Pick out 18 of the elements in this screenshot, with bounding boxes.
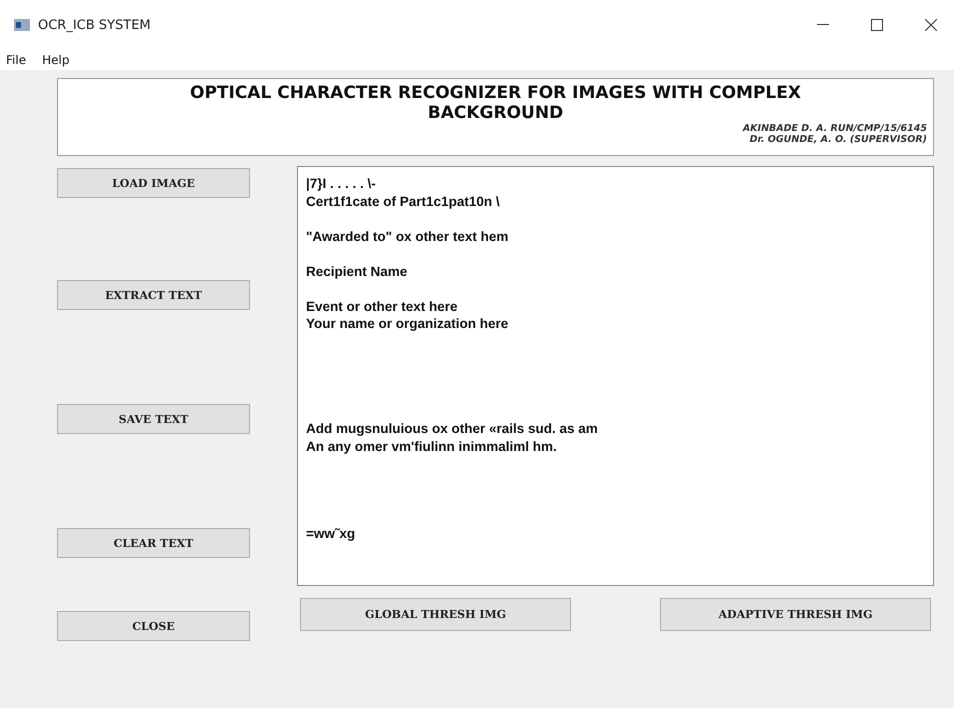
menu-item[interactable]: File	[6, 53, 26, 67]
action-button[interactable]: EXTRACT TEXT	[57, 280, 250, 310]
action-button[interactable]: CLOSE	[57, 611, 250, 641]
minimize-icon	[817, 24, 829, 26]
app-icon	[14, 19, 30, 31]
action-button[interactable]: CLEAR TEXT	[57, 528, 250, 558]
action-button[interactable]: SAVE TEXT	[57, 404, 250, 434]
credit-line: AKINBADE D. A. RUN/CMP/15/6145	[741, 123, 927, 134]
output-text-area[interactable]: |7}I . . . . . \- Cert1f1cate of Part1c1pat10n \ "Awarded to" ox other text hem Recipient Name Event or other text here Your name or organization here Add mugsnuluious ox other «rails sud. as am An any omer vm'fiulinn inimmaliml hm. =ww˜xg	[297, 166, 934, 586]
app-heading: OPTICAL CHARACTER RECOGNIZER FOR IMAGES WITH COMPLEX BACKGROUND	[189, 83, 802, 123]
credit-line: Dr. OGUNDE, A. O. (SUPERVISOR)	[748, 134, 927, 145]
threshold-button[interactable]: ADAPTIVE THRESH IMG	[660, 598, 931, 631]
threshold-button[interactable]: GLOBAL THRESH IMG	[300, 598, 571, 631]
close-icon	[925, 19, 937, 31]
menu-item[interactable]: Help	[42, 53, 70, 67]
action-button[interactable]: LOAD IMAGE	[57, 168, 250, 198]
maximize-icon	[871, 19, 883, 31]
window-title: OCR_ICB SYSTEM	[38, 18, 152, 32]
